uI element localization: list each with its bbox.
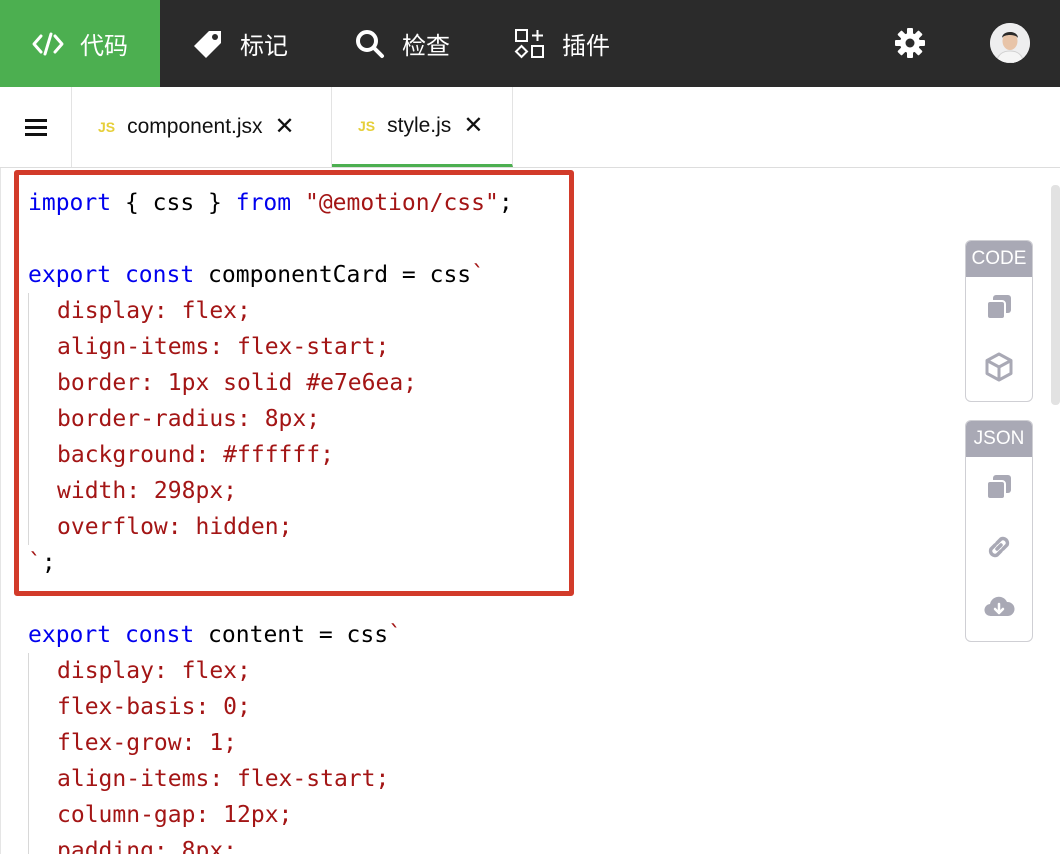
gear-icon[interactable] [894, 27, 926, 59]
css-property-line: flex-grow: 1; [57, 730, 238, 756]
indent-guide [28, 653, 29, 854]
close-icon[interactable]: ✕ [275, 115, 295, 139]
tab-label: component.jsx [127, 115, 263, 138]
json-tool-panel: JSON [965, 420, 1033, 642]
link-icon[interactable] [966, 517, 1032, 577]
panel-header: CODE [966, 241, 1032, 277]
keyword: const [124, 622, 195, 648]
nav-item-label: 检查 [402, 33, 450, 60]
js-file-icon: JS [358, 117, 376, 134]
css-property-line: align-items: flex-start; [57, 766, 390, 792]
code-icon [32, 28, 64, 60]
tab-label: style.js [387, 113, 452, 137]
panel-header: JSON [966, 421, 1032, 457]
tab-component-jsx[interactable]: JS component.jsx ✕ [72, 87, 332, 167]
copy-icon[interactable] [966, 457, 1032, 517]
highlight-box [14, 170, 574, 596]
nav-item-label: 插件 [562, 33, 610, 60]
hamburger-icon[interactable] [0, 87, 72, 167]
cube-icon[interactable] [966, 337, 1032, 397]
copy-icon[interactable] [966, 277, 1032, 337]
search-icon [354, 28, 386, 60]
code-line-declaration: export const content = css` [28, 617, 402, 653]
css-property-line: padding: 8px; [57, 838, 238, 854]
file-tab-bar: JS component.jsx ✕ JS style.js ✕ [0, 87, 1060, 168]
css-property-line: display: flex; [57, 658, 251, 684]
close-icon[interactable]: ✕ [463, 113, 483, 138]
css-property-line: column-gap: 12px; [57, 802, 293, 828]
tag-icon [192, 28, 224, 60]
tab-style-js[interactable]: JS style.js ✕ [332, 87, 513, 167]
top-navigation-bar: 代码 标记 检查 插件 [0, 0, 1060, 87]
code-tool-panel: CODE [965, 240, 1033, 402]
vertical-scrollbar[interactable] [1051, 185, 1060, 405]
nav-item-label: 代码 [80, 33, 128, 60]
keyword: export [28, 622, 112, 648]
nav-item-plugin[interactable]: 插件 [514, 0, 610, 87]
css-property-line: flex-basis: 0; [57, 694, 251, 720]
nav-item-inspect[interactable]: 检查 [354, 0, 450, 87]
plugin-icon [514, 28, 546, 60]
js-file-icon: JS [98, 119, 116, 135]
nav-item-label: 标记 [240, 33, 288, 60]
nav-item-code[interactable]: 代码 [0, 0, 160, 87]
download-icon[interactable] [966, 577, 1032, 637]
avatar[interactable] [990, 23, 1030, 63]
template-tick: ` [388, 622, 402, 648]
nav-item-mark[interactable]: 标记 [192, 0, 288, 87]
code-text: content = css [194, 622, 389, 648]
